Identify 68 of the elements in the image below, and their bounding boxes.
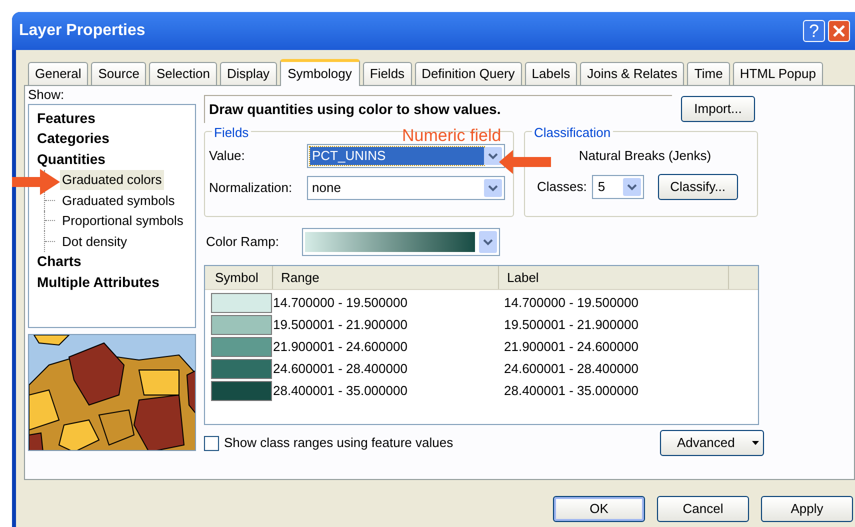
field-label: Value: [209,147,246,166]
help-button[interactable]: ? [803,20,825,42]
dialog-button[interactable]: Apply [761,496,853,522]
tab[interactable]: Labels [524,62,578,85]
symbol-swatch[interactable] [211,337,272,357]
value-dropdown[interactable]: PCT_UNINS [307,144,505,168]
color-ramp-dropdown[interactable] [302,228,500,256]
method-text: Natural Breaks (Jenks) [578,147,712,165]
renderer-item[interactable]: Graduated symbols [60,190,177,210]
range-cell-text: 28.400001 - 35.000000 [272,382,408,400]
tab[interactable]: Source [91,62,146,85]
renderer-item[interactable]: Multiple Attributes [37,272,160,293]
label-cell-text: 28.400001 - 35.000000 [504,382,638,400]
arrow-icon [499,150,551,174]
checkbox-label: Show class ranges using feature values [224,434,454,452]
column-header[interactable]: Range [273,266,499,289]
checkbox[interactable] [204,436,219,450]
tab[interactable]: Time [687,62,730,85]
range-cell-text: 19.500001 - 21.900000 [272,316,408,334]
range-cell-text: 21.900001 - 24.600000 [272,338,408,356]
classify-button[interactable]: Classify... [658,174,738,200]
annotation-text: Numeric field [402,126,502,146]
label-cell-text: 19.500001 - 21.900000 [504,316,638,334]
tab[interactable]: Symbology [280,59,360,86]
label-cell-text: 24.600001 - 28.400000 [504,360,638,378]
caret-icon [752,441,759,445]
symbol-swatch[interactable] [211,315,272,335]
label-cell-text: 21.900001 - 24.600000 [504,338,638,356]
close-icon [833,25,845,37]
tab[interactable]: Fields [362,62,412,85]
tab[interactable]: Joins & Relates [580,62,684,85]
symbol-swatch[interactable] [211,381,272,401]
column-header[interactable]: Symbol [205,266,273,289]
show-label: Show: [28,87,66,102]
tab[interactable]: HTML Popup [732,62,823,85]
tab[interactable]: Definition Query [414,62,522,85]
field-label: Normalization: [209,179,294,198]
field-label: Classes: [537,178,587,196]
renderer-item[interactable]: Proportional symbols [60,211,186,230]
import-button[interactable]: Import... [681,96,755,122]
window-title: Layer Properties [19,21,146,41]
label-cell-text: 14.700000 - 19.500000 [504,294,638,312]
classes-dropdown[interactable]: 5 [592,174,644,198]
range-cell-text: 14.700000 - 19.500000 [272,294,408,312]
tab[interactable]: General [28,62,88,85]
arrow-icon [12,169,60,195]
renderer-item[interactable]: Categories [37,128,110,150]
normalization-dropdown[interactable]: none [307,176,505,200]
renderer-item[interactable]: Graduated colors [60,170,164,190]
normalization-text: none [311,179,342,198]
tab[interactable]: Selection [149,62,217,85]
symbol-swatch[interactable] [211,359,272,379]
renderer-item[interactable]: Charts [37,251,82,272]
advanced-button[interactable]: Advanced [660,430,764,456]
dialog-button[interactable]: Cancel [657,496,749,522]
classes-text: 5 [596,178,606,196]
dialog-button[interactable]: OK [553,496,645,522]
color-ramp-label: Color Ramp: [205,233,280,252]
column-header[interactable]: Label [499,266,729,289]
value-text: PCT_UNINS [310,147,484,165]
tab[interactable]: Display [220,62,277,85]
range-cell-text: 24.600001 - 28.400000 [272,360,408,378]
renderer-item[interactable]: Features [37,108,96,129]
symbol-swatch[interactable] [211,293,272,313]
renderer-item[interactable]: Quantities [37,148,106,170]
close-button[interactable] [828,20,850,42]
renderer-item[interactable]: Dot density [60,232,130,251]
description-text: Draw quantities using color to show values. [209,100,501,119]
